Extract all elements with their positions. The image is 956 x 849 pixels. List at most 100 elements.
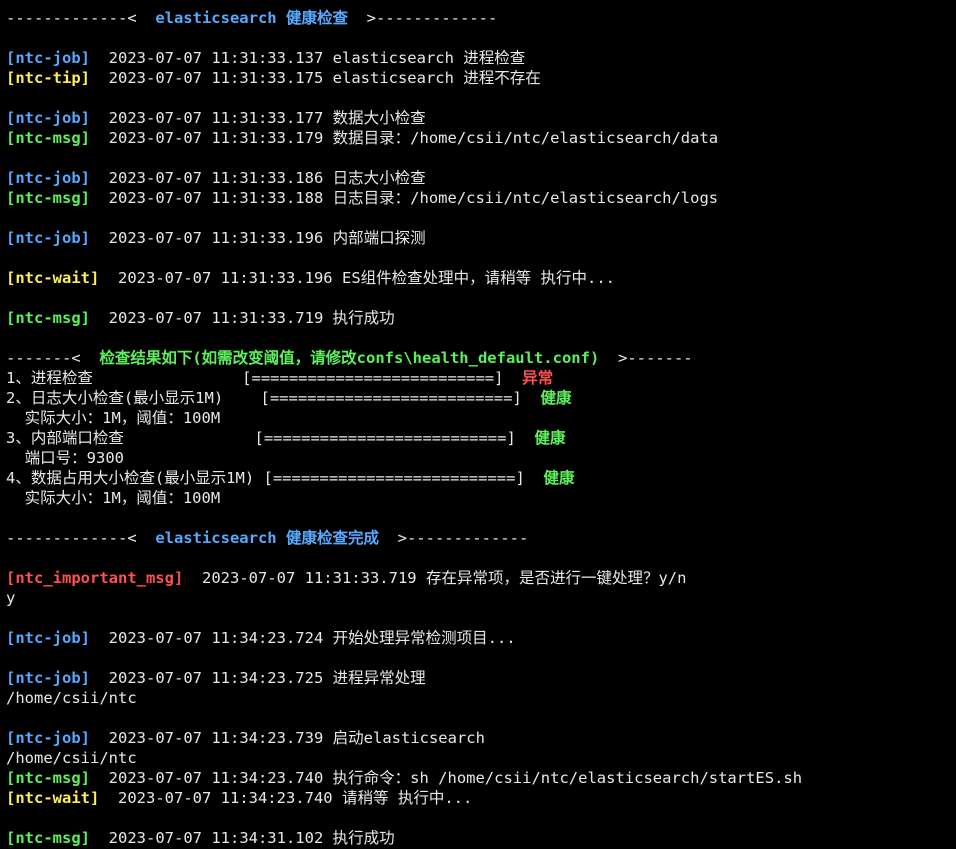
log-timestamp: 2023-07-07 11:34:23.739 <box>108 729 324 747</box>
log-message: 数据大小检查 <box>332 109 426 127</box>
log-line: [ntc-job] 2023-07-07 11:31:33.177 数据大小检查 <box>6 108 956 128</box>
result-line: 3、内部端口检查 [==========================] 健康 <box>6 428 956 448</box>
log-line: [ntc-msg] 2023-07-07 11:31:33.179 数据目录：/… <box>6 128 956 148</box>
output-text: 实际大小：1M，阈值：100M <box>6 409 221 427</box>
log-line: [ntc-job] 2023-07-07 11:31:33.196 内部端口探测 <box>6 228 956 248</box>
log-tag: [ntc-job] <box>6 729 90 747</box>
log-line: [ntc-wait] 2023-07-07 11:31:33.196 ES组件检… <box>6 268 956 288</box>
log-message: 日志大小检查 <box>332 169 426 187</box>
log-tag: [ntc_important_msg] <box>6 569 184 587</box>
result-bar: [==========================] <box>260 389 522 407</box>
output-line: 端口号：9300 <box>6 448 956 468</box>
section-banner: -------< 检查结果如下(如需改变阈值，请修改confs\health_d… <box>6 348 956 368</box>
log-message: elasticsearch 进程不存在 <box>332 69 541 87</box>
log-tag: [ntc-msg] <box>6 189 90 207</box>
result-status: 健康 <box>534 429 566 447</box>
banner-suffix: >------------- <box>347 9 498 27</box>
log-line: [ntc-wait] 2023-07-07 11:34:23.740 请稍等 执… <box>6 788 956 808</box>
log-timestamp: 2023-07-07 11:31:33.179 <box>108 129 324 147</box>
section-banner: -------------< elasticsearch 健康检查 >-----… <box>6 8 956 28</box>
log-line: [ntc-job] 2023-07-07 11:34:23.724 开始处理异常… <box>6 628 956 648</box>
log-timestamp: 2023-07-07 11:34:23.725 <box>108 669 324 687</box>
output-text: y <box>6 589 16 607</box>
banner-title: 检查结果如下(如需改变阈值，请修改confs\health_default.co… <box>99 349 600 367</box>
output-text: 端口号：9300 <box>6 449 124 467</box>
log-line: [ntc-job] 2023-07-07 11:34:23.739 启动elas… <box>6 728 956 748</box>
log-message: 启动elasticsearch <box>332 729 485 747</box>
log-message: 开始处理异常检测项目... <box>332 629 516 647</box>
log-message: 执行命令：sh /home/csii/ntc/elasticsearch/sta… <box>332 769 803 787</box>
output-line: 实际大小：1M，阈值：100M <box>6 488 956 508</box>
log-line: [ntc_important_msg] 2023-07-07 11:31:33.… <box>6 568 956 588</box>
log-tag: [ntc-msg] <box>6 309 90 327</box>
banner-title: elasticsearch 健康检查完成 <box>155 529 379 547</box>
log-message: ES组件检查处理中，请稍等 执行中... <box>341 269 615 287</box>
banner-prefix: -------------< <box>6 529 156 547</box>
output-text: /home/csii/ntc <box>6 689 137 707</box>
result-bar: [==========================] <box>254 429 516 447</box>
output-text: 实际大小：1M，阈值：100M <box>6 489 221 507</box>
log-timestamp: 2023-07-07 11:34:23.740 <box>108 769 324 787</box>
log-tag: [ntc-tip] <box>6 69 90 87</box>
log-line: [ntc-job] 2023-07-07 11:31:33.137 elasti… <box>6 48 956 68</box>
log-line: [ntc-msg] 2023-07-07 11:31:33.188 日志目录：/… <box>6 188 956 208</box>
log-timestamp: 2023-07-07 11:31:33.177 <box>108 109 324 127</box>
result-label: 4、数据占用大小检查(最小显示1M) <box>6 469 264 487</box>
log-tag: [ntc-job] <box>6 49 90 67</box>
log-timestamp: 2023-07-07 11:31:33.719 <box>201 569 417 587</box>
log-tag: [ntc-wait] <box>6 789 100 807</box>
output-line: 实际大小：1M，阈值：100M <box>6 408 956 428</box>
output-line: y <box>6 588 956 608</box>
log-message: 数据目录：/home/csii/ntc/elasticsearch/data <box>332 129 719 147</box>
log-tag: [ntc-wait] <box>6 269 100 287</box>
result-label: 1、进程检查 <box>6 369 243 387</box>
log-line: [ntc-msg] 2023-07-07 11:31:33.719 执行成功 <box>6 308 956 328</box>
log-timestamp: 2023-07-07 11:34:23.740 <box>118 789 333 807</box>
log-message: 日志目录：/home/csii/ntc/elasticsearch/logs <box>332 189 719 207</box>
log-timestamp: 2023-07-07 11:31:33.186 <box>108 169 324 187</box>
log-message: 存在异常项，是否进行一键处理？y/n <box>425 569 687 587</box>
log-tag: [ntc-job] <box>6 669 90 687</box>
result-line: 2、日志大小检查(最小显示1M) [======================… <box>6 388 956 408</box>
log-timestamp: 2023-07-07 11:31:33.196 <box>118 269 333 287</box>
result-label: 3、内部端口检查 <box>6 429 255 447</box>
result-label: 2、日志大小检查(最小显示1M) <box>6 389 261 407</box>
log-message: 内部端口探测 <box>332 229 426 247</box>
log-timestamp: 2023-07-07 11:31:33.175 <box>108 69 324 87</box>
log-message: 请稍等 执行中... <box>341 789 473 807</box>
result-status: 异常 <box>522 369 554 387</box>
log-line: [ntc-job] 2023-07-07 11:34:23.725 进程异常处理 <box>6 668 956 688</box>
result-status: 健康 <box>543 469 575 487</box>
result-bar: [==========================] <box>263 469 525 487</box>
banner-title: elasticsearch 健康检查 <box>155 9 348 27</box>
output-line: /home/csii/ntc <box>6 748 956 768</box>
log-line: [ntc-tip] 2023-07-07 11:31:33.175 elasti… <box>6 68 956 88</box>
terminal-window[interactable]: -------------< elasticsearch 健康检查 >-----… <box>0 0 956 849</box>
log-tag: [ntc-job] <box>6 229 90 247</box>
log-line: [ntc-msg] 2023-07-07 11:34:23.740 执行命令：s… <box>6 768 956 788</box>
log-message: 执行成功 <box>332 829 395 847</box>
result-line: 4、数据占用大小检查(最小显示1M) [====================… <box>6 468 956 488</box>
result-bar: [==========================] <box>242 369 504 387</box>
log-timestamp: 2023-07-07 11:34:23.724 <box>108 629 324 647</box>
section-banner: -------------< elasticsearch 健康检查完成 >---… <box>6 528 956 548</box>
banner-prefix: -------< <box>6 349 100 367</box>
log-tag: [ntc-msg] <box>6 129 90 147</box>
log-message: elasticsearch 进程检查 <box>332 49 526 67</box>
log-message: 执行成功 <box>332 309 395 327</box>
log-timestamp: 2023-07-07 11:34:31.102 <box>108 829 324 847</box>
log-timestamp: 2023-07-07 11:31:33.196 <box>108 229 324 247</box>
output-line: /home/csii/ntc <box>6 688 956 708</box>
log-tag: [ntc-job] <box>6 629 90 647</box>
log-timestamp: 2023-07-07 11:31:33.137 <box>108 49 324 67</box>
banner-suffix: >------- <box>599 349 693 367</box>
banner-suffix: >------------- <box>378 529 529 547</box>
